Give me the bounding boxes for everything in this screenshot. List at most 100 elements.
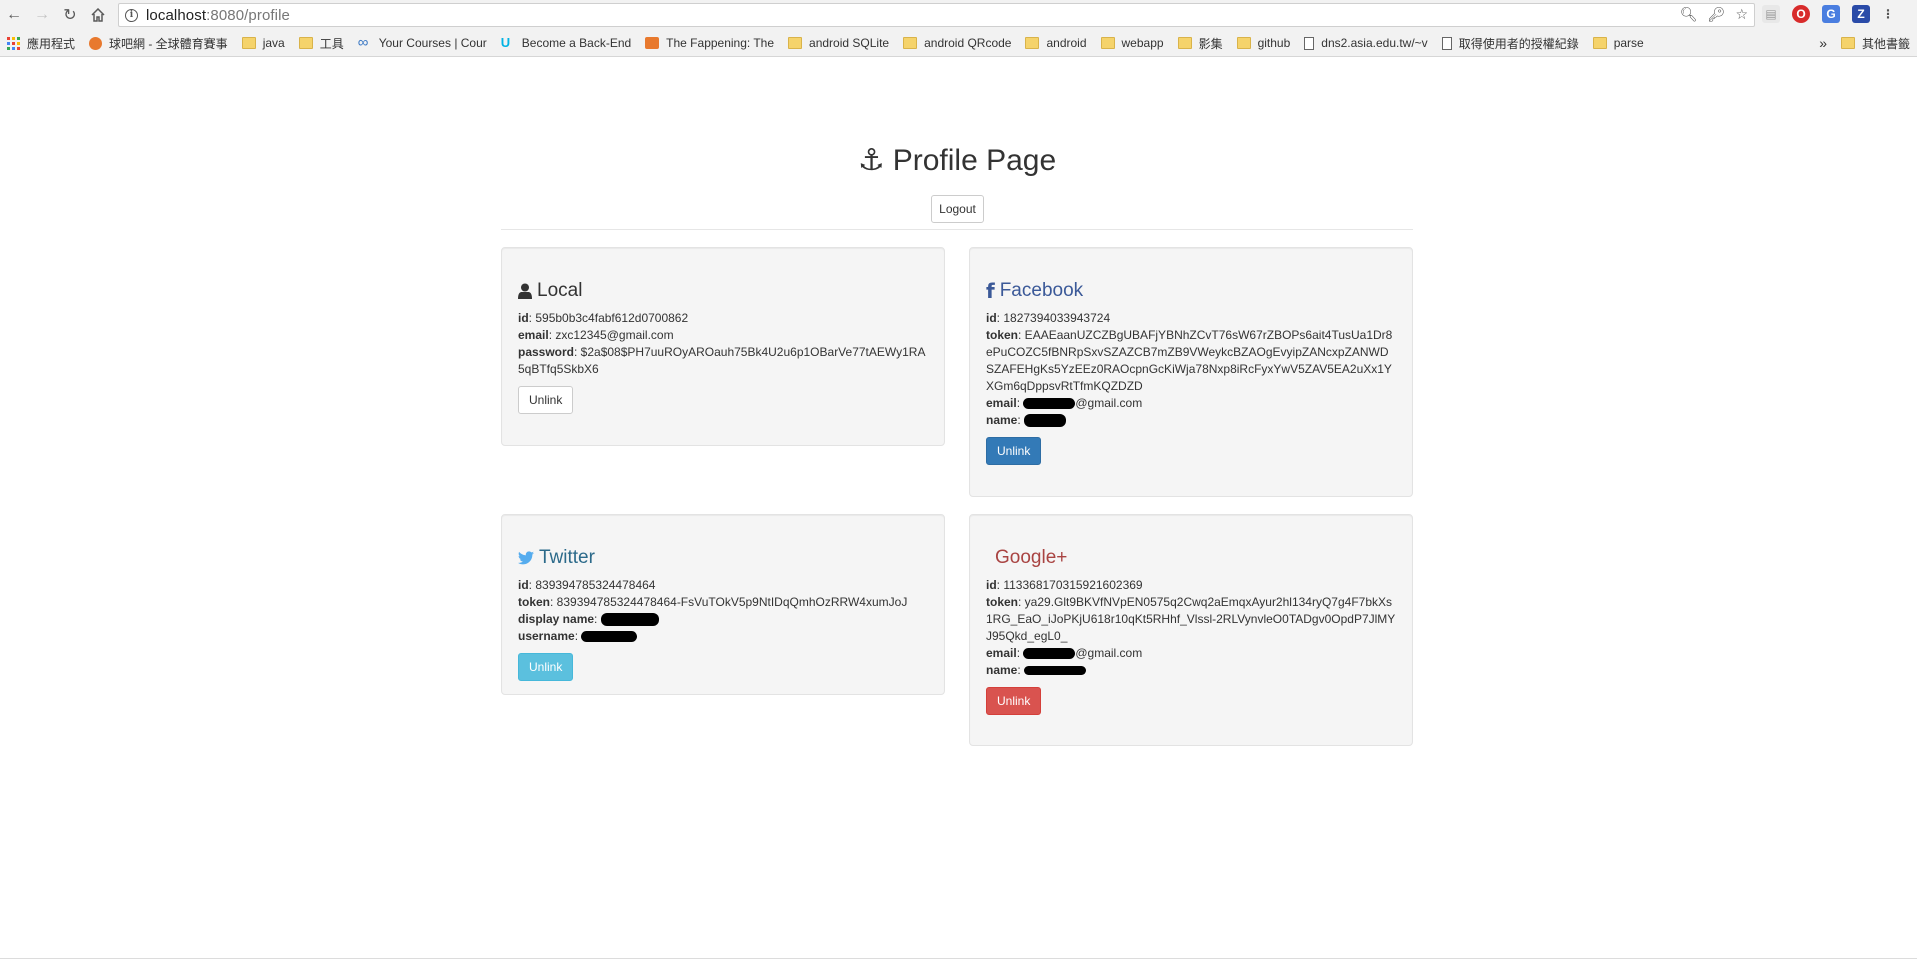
twitter-id-label: id bbox=[518, 578, 529, 592]
bookmark-item[interactable]: dns2.asia.edu.tw/~v bbox=[1297, 30, 1434, 56]
local-email-label: email bbox=[518, 328, 549, 342]
google-unlink-button[interactable]: Unlink bbox=[986, 687, 1042, 715]
facebook-email-label: email bbox=[986, 396, 1017, 410]
bookmark-item[interactable]: 球吧網 - 全球體育賽事 bbox=[82, 30, 235, 56]
google-token-label: token bbox=[986, 595, 1019, 609]
other-bookmarks-label: 其他書籤 bbox=[1861, 36, 1910, 51]
back-arrow-icon: ← bbox=[6, 6, 22, 23]
extension-grey-icon[interactable]: ▤ bbox=[1762, 5, 1780, 23]
bookmark-item[interactable]: java bbox=[235, 30, 292, 56]
user-icon bbox=[518, 283, 532, 299]
redaction-mark bbox=[581, 631, 638, 643]
facebook-email-suffix: @gmail.com bbox=[1075, 396, 1143, 410]
bookmark-label: 工具 bbox=[319, 36, 344, 51]
redaction-mark bbox=[600, 613, 659, 627]
folder-icon bbox=[788, 37, 803, 49]
translate-icon[interactable]: G bbox=[1822, 5, 1840, 23]
facebook-unlink-button[interactable]: Unlink bbox=[986, 437, 1042, 465]
facebook-card: f Facebook id: 1827394033943724 token: E… bbox=[969, 247, 1413, 497]
other-bookmarks[interactable]: 其他書籤 bbox=[1834, 30, 1917, 56]
star-icon[interactable]: ☆ bbox=[1735, 6, 1748, 23]
local-unlink-button[interactable]: Unlink bbox=[518, 386, 574, 414]
bookmark-label: 球吧網 - 全球體育賽事 bbox=[109, 36, 228, 51]
courses-icon: ∞ bbox=[357, 34, 369, 51]
url-host: localhost bbox=[146, 6, 207, 24]
back-button[interactable]: ← bbox=[0, 0, 28, 30]
bookmark-label: 取得使用者的授權紀錄 bbox=[1458, 36, 1579, 51]
info-icon[interactable]: i bbox=[125, 8, 138, 22]
url-text[interactable]: localhost:8080/profile bbox=[146, 7, 290, 24]
page-title-text: Profile Page bbox=[892, 144, 1057, 177]
bookmark-label: dns2.asia.edu.tw/~v bbox=[1321, 36, 1428, 50]
forward-button[interactable]: → bbox=[28, 0, 56, 30]
zotero-icon[interactable]: Z bbox=[1852, 5, 1870, 23]
page-icon bbox=[1441, 36, 1452, 50]
twitter-display-name-row: display name: bbox=[518, 611, 928, 628]
bookmark-item[interactable]: android QRcode bbox=[896, 30, 1018, 56]
address-bar[interactable]: i localhost:8080/profile 🔍︎ 🔑︎ ☆ bbox=[118, 3, 1755, 27]
bookmark-item[interactable]: parse bbox=[1586, 30, 1651, 56]
bookmark-label: java bbox=[262, 36, 285, 50]
sports-site-icon bbox=[89, 36, 103, 50]
menu-icon[interactable]: ⋮ bbox=[1882, 5, 1894, 23]
twitter-id-value: : 839394785324478464 bbox=[528, 578, 656, 592]
google-email-suffix: @gmail.com bbox=[1075, 646, 1143, 660]
page-title: ⚓ Profile Page bbox=[501, 143, 1413, 179]
bookmark-item[interactable]: 影集 bbox=[1171, 30, 1230, 56]
google-id-row: id: 113368170315921602369 bbox=[986, 577, 1396, 594]
bookmarks-overflow-button[interactable]: » bbox=[1812, 30, 1834, 56]
facebook-title: Facebook bbox=[999, 280, 1084, 301]
redaction-mark bbox=[1023, 398, 1076, 410]
google-title: Google+ bbox=[995, 547, 1068, 568]
logout-button[interactable]: Logout bbox=[931, 195, 984, 223]
local-email-row: email: zxc12345@gmail.com bbox=[518, 327, 928, 344]
twitter-username-row: username: bbox=[518, 628, 928, 645]
reload-button[interactable]: ↻ bbox=[56, 0, 84, 30]
forward-arrow-icon: → bbox=[34, 6, 50, 23]
twitter-token-label: token bbox=[518, 595, 551, 609]
bookmark-item[interactable]: webapp bbox=[1094, 30, 1171, 56]
twitter-token-row: token: 839394785324478464-FsVuTOkV5p9NtI… bbox=[518, 594, 928, 611]
folder-icon bbox=[1840, 37, 1855, 49]
facebook-id-label: id bbox=[986, 311, 997, 325]
redaction-mark bbox=[1024, 666, 1087, 676]
facebook-heading: f Facebook bbox=[986, 280, 1396, 302]
twitter-id-row: id: 839394785324478464 bbox=[518, 577, 928, 594]
twitter-display-name-label: display name bbox=[518, 612, 595, 626]
bookmark-item[interactable]: android bbox=[1018, 30, 1093, 56]
twitter-heading: Twitter bbox=[518, 547, 928, 569]
bookmark-item[interactable]: The Fappening: The bbox=[638, 30, 781, 56]
udacity-icon: U bbox=[500, 35, 511, 50]
local-id-value: : 595b0b3c4fabf612d0700862 bbox=[528, 311, 689, 325]
local-id-label: id bbox=[518, 311, 529, 325]
bookmark-item[interactable]: 取得使用者的授權紀錄 bbox=[1435, 30, 1586, 56]
home-icon bbox=[91, 8, 105, 22]
bookmark-item[interactable]: android SQLite bbox=[781, 30, 896, 56]
twitter-unlink-button[interactable]: Unlink bbox=[518, 653, 574, 681]
opera-icon[interactable]: O bbox=[1792, 5, 1810, 23]
google-id-label: id bbox=[986, 578, 997, 592]
bookmark-label: 應用程式 bbox=[27, 36, 76, 51]
bookmark-label: webapp bbox=[1121, 36, 1164, 50]
bookmark-label: Become a Back-End bbox=[521, 36, 632, 50]
bookmark-item[interactable]: 工具 bbox=[292, 30, 351, 56]
window-bottom-border bbox=[0, 958, 1917, 959]
bookmark-item[interactable]: ∞ Your Courses | Cour bbox=[351, 30, 494, 56]
bookmark-label: android QRcode bbox=[924, 36, 1012, 50]
local-heading: Local bbox=[518, 280, 928, 302]
google-name-row: name: bbox=[986, 662, 1396, 679]
local-id-row: id: 595b0b3c4fabf612d0700862 bbox=[518, 310, 928, 327]
folder-icon bbox=[1592, 37, 1607, 49]
zoom-icon[interactable]: 🔍︎ bbox=[1680, 6, 1698, 23]
bookmark-item[interactable]: 應用程式 bbox=[0, 30, 82, 56]
local-email-value: : zxc12345@gmail.com bbox=[548, 328, 674, 342]
bookmark-item[interactable]: github bbox=[1230, 30, 1298, 56]
key-icon[interactable]: 🔑︎ bbox=[1708, 6, 1726, 23]
google-email-label: email bbox=[986, 646, 1017, 660]
bookmark-label: android bbox=[1046, 36, 1087, 50]
twitter-username-label: username bbox=[518, 629, 575, 643]
twitter-card: Twitter id: 839394785324478464 token: 83… bbox=[501, 514, 945, 695]
bookmark-item[interactable]: U Become a Back-End bbox=[494, 30, 638, 56]
twitter-icon bbox=[518, 551, 534, 565]
home-button[interactable] bbox=[84, 0, 112, 30]
